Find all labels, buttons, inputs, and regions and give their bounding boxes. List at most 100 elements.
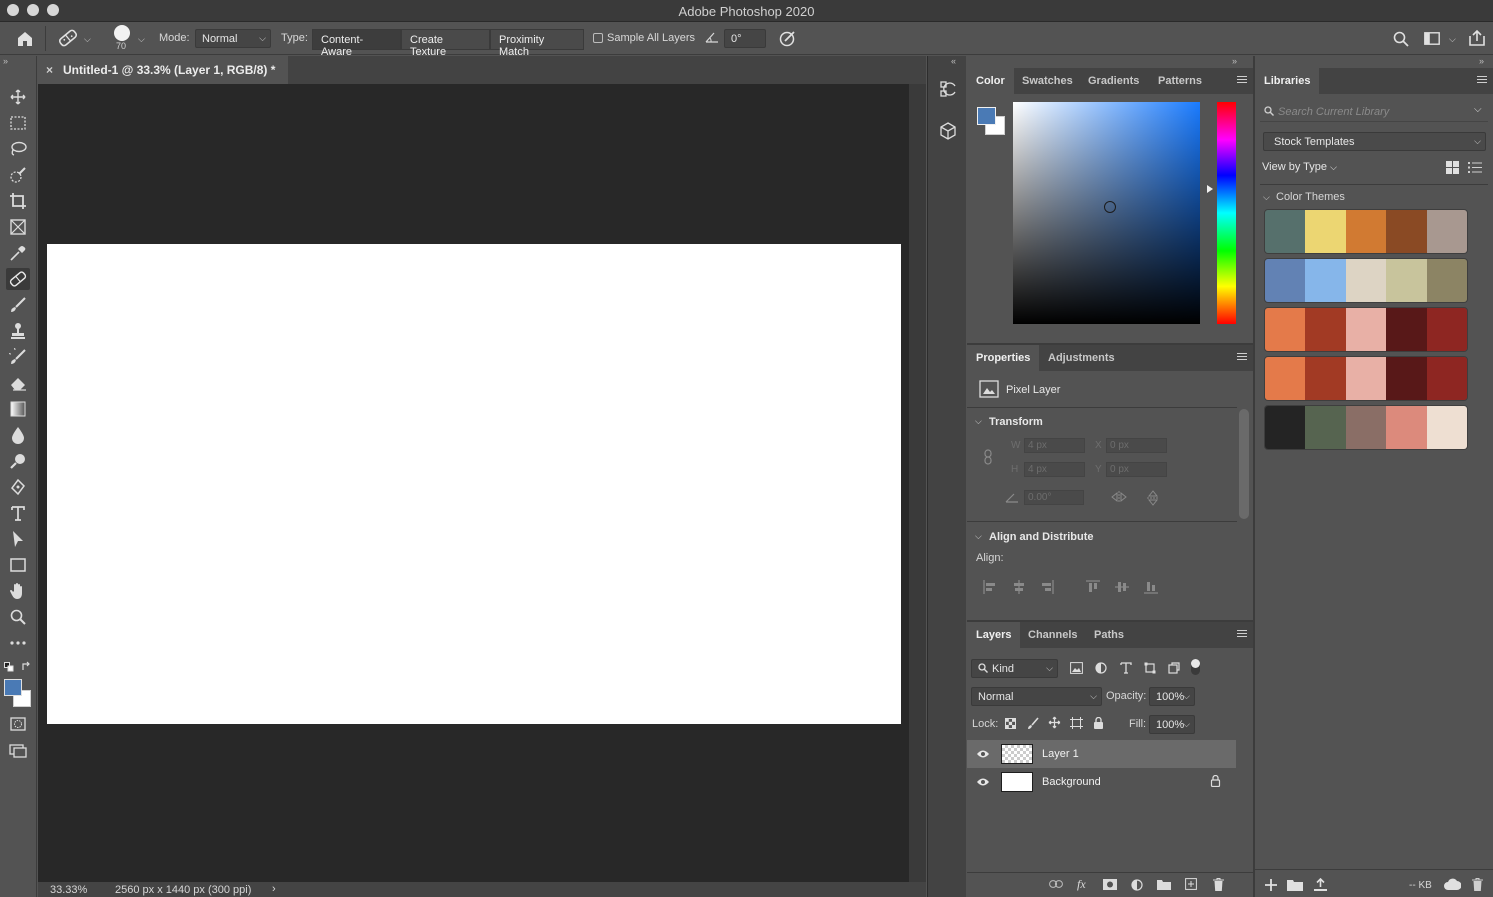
filter-toggle[interactable] xyxy=(1191,659,1200,675)
tab-channels[interactable]: Channels xyxy=(1019,622,1087,648)
type-proximity-match-button[interactable]: Proximity Match xyxy=(490,29,584,58)
filter-type-icon[interactable] xyxy=(1120,662,1132,674)
visibility-eye-icon[interactable] xyxy=(976,749,990,759)
upload-icon[interactable] xyxy=(1314,878,1327,891)
visibility-eye-icon[interactable] xyxy=(976,777,990,787)
collapse-strip-icon[interactable]: « xyxy=(951,56,956,66)
tab-libraries[interactable]: Libraries xyxy=(1255,68,1320,94)
document-canvas[interactable] xyxy=(47,244,901,724)
folder-icon[interactable] xyxy=(1287,879,1303,891)
adjustment-layer-icon[interactable] xyxy=(1131,879,1143,891)
align-top-edges-icon[interactable] xyxy=(1086,580,1100,594)
y-input[interactable]: 0 px xyxy=(1106,462,1167,477)
library-search-box[interactable]: Search Current Library ⌵ xyxy=(1260,100,1488,122)
panel-menu-icon[interactable] xyxy=(1237,630,1247,639)
layer-row-layer-1[interactable]: Layer 1 xyxy=(967,740,1236,768)
mode-dropdown[interactable]: Normal ⌵ xyxy=(195,29,271,48)
expand-panels-icon[interactable]: » xyxy=(1232,56,1237,66)
add-element-icon[interactable] xyxy=(1265,879,1277,891)
workspace-chevron-icon[interactable]: ⌵ xyxy=(1449,34,1456,45)
new-group-icon[interactable] xyxy=(1157,879,1171,890)
x-input[interactable]: 0 px xyxy=(1106,438,1167,453)
lock-artboard-icon[interactable] xyxy=(1070,717,1083,729)
lock-pixels-icon[interactable] xyxy=(1027,717,1039,730)
view-by-type-dropdown[interactable]: View by Type ⌵ xyxy=(1262,161,1337,173)
lasso-tool-icon[interactable] xyxy=(6,138,30,160)
hue-slider-handle[interactable] xyxy=(1207,185,1213,193)
type-tool-icon[interactable] xyxy=(6,502,30,524)
transform-heading[interactable]: Transform xyxy=(989,416,1043,428)
add-mask-icon[interactable] xyxy=(1103,879,1117,890)
default-colors-icon[interactable] xyxy=(4,662,14,672)
tool-preset-chevron-icon[interactable]: ⌵ xyxy=(84,34,91,45)
search-icon[interactable] xyxy=(1393,31,1409,47)
color-fg-swatch[interactable] xyxy=(977,107,996,125)
layer-name[interactable]: Background xyxy=(1042,776,1101,788)
transform-chevron-icon[interactable]: ⌵ xyxy=(975,416,982,427)
blur-tool-icon[interactable] xyxy=(6,424,30,446)
color-themes-heading[interactable]: Color Themes xyxy=(1276,191,1345,203)
share-icon[interactable] xyxy=(1468,29,1486,47)
color-theme[interactable] xyxy=(1264,356,1468,401)
type-create-texture-button[interactable]: Create Texture xyxy=(401,29,490,58)
workspace-icon[interactable] xyxy=(1424,32,1440,45)
hue-slider[interactable] xyxy=(1217,102,1236,324)
align-bottom-edges-icon[interactable] xyxy=(1144,580,1158,594)
collapse-libraries-icon[interactable]: » xyxy=(1479,56,1484,66)
align-left-edges-icon[interactable] xyxy=(983,580,997,594)
swap-colors-icon[interactable] xyxy=(21,661,32,672)
tab-adjustments[interactable]: Adjustments xyxy=(1039,345,1124,371)
fill-input[interactable]: 100% ⌵ xyxy=(1149,715,1195,734)
3d-panel-icon[interactable] xyxy=(939,122,957,140)
screen-mode-icon[interactable] xyxy=(6,740,30,762)
trash-icon[interactable] xyxy=(1472,878,1483,891)
collapse-toolbar-icon[interactable]: » xyxy=(3,56,8,66)
lock-all-icon[interactable] xyxy=(1093,717,1104,729)
flip-horizontal-icon[interactable] xyxy=(1111,491,1127,503)
tab-layers[interactable]: Layers xyxy=(967,622,1021,648)
pressure-size-icon[interactable] xyxy=(779,29,797,47)
filter-adjustment-icon[interactable] xyxy=(1095,662,1107,674)
crop-tool-icon[interactable] xyxy=(6,190,30,212)
layer-lock-icon[interactable] xyxy=(1210,775,1221,787)
home-icon[interactable] xyxy=(15,30,35,48)
history-brush-tool-icon[interactable] xyxy=(6,346,30,368)
cloud-icon[interactable] xyxy=(1444,878,1461,890)
layer-name[interactable]: Layer 1 xyxy=(1042,748,1079,760)
link-layers-icon[interactable] xyxy=(1049,880,1063,888)
foreground-color-swatch[interactable] xyxy=(4,679,22,696)
color-theme[interactable] xyxy=(1264,307,1468,352)
color-theme[interactable] xyxy=(1264,209,1468,254)
library-select[interactable]: Stock Templates ⌵ xyxy=(1263,132,1486,151)
opacity-input[interactable]: 100% ⌵ xyxy=(1149,687,1195,706)
panel-menu-icon[interactable] xyxy=(1237,353,1247,362)
link-icon[interactable] xyxy=(983,449,993,465)
delete-layer-icon[interactable] xyxy=(1213,878,1224,891)
align-vertical-centers-icon[interactable] xyxy=(1115,580,1129,594)
tab-paths[interactable]: Paths xyxy=(1085,622,1133,648)
gradient-tool-icon[interactable] xyxy=(6,398,30,420)
zoom-level[interactable]: 33.33% xyxy=(50,884,87,896)
panel-menu-icon[interactable] xyxy=(1237,76,1247,85)
flip-vertical-icon[interactable] xyxy=(1147,490,1159,506)
tab-swatches[interactable]: Swatches xyxy=(1013,68,1082,94)
close-icon[interactable]: × xyxy=(46,63,53,77)
more-tools-icon[interactable] xyxy=(6,632,30,654)
spot-healing-brush-tool-icon[interactable] xyxy=(6,268,30,290)
document-tab[interactable]: × Untitled-1 @ 33.3% (Layer 1, RGB/8) * xyxy=(38,56,288,84)
tab-color[interactable]: Color xyxy=(967,68,1014,94)
clone-stamp-tool-icon[interactable] xyxy=(6,320,30,342)
filter-pixel-icon[interactable] xyxy=(1070,662,1083,674)
angle-input[interactable]: 0° xyxy=(724,29,766,48)
brush-tool-icon[interactable] xyxy=(6,294,30,316)
color-picker-cursor[interactable] xyxy=(1104,201,1116,213)
new-layer-icon[interactable] xyxy=(1185,878,1197,890)
dodge-tool-icon[interactable] xyxy=(6,450,30,472)
path-selection-tool-icon[interactable] xyxy=(6,528,30,550)
vertical-scrollbar[interactable] xyxy=(909,84,926,882)
filter-shape-icon[interactable] xyxy=(1144,662,1156,674)
eyedropper-tool-icon[interactable] xyxy=(6,242,30,264)
layer-style-fx-icon[interactable]: fx xyxy=(1077,877,1086,892)
w-input[interactable]: 4 px xyxy=(1024,438,1085,453)
healing-brush-icon[interactable] xyxy=(57,28,79,48)
